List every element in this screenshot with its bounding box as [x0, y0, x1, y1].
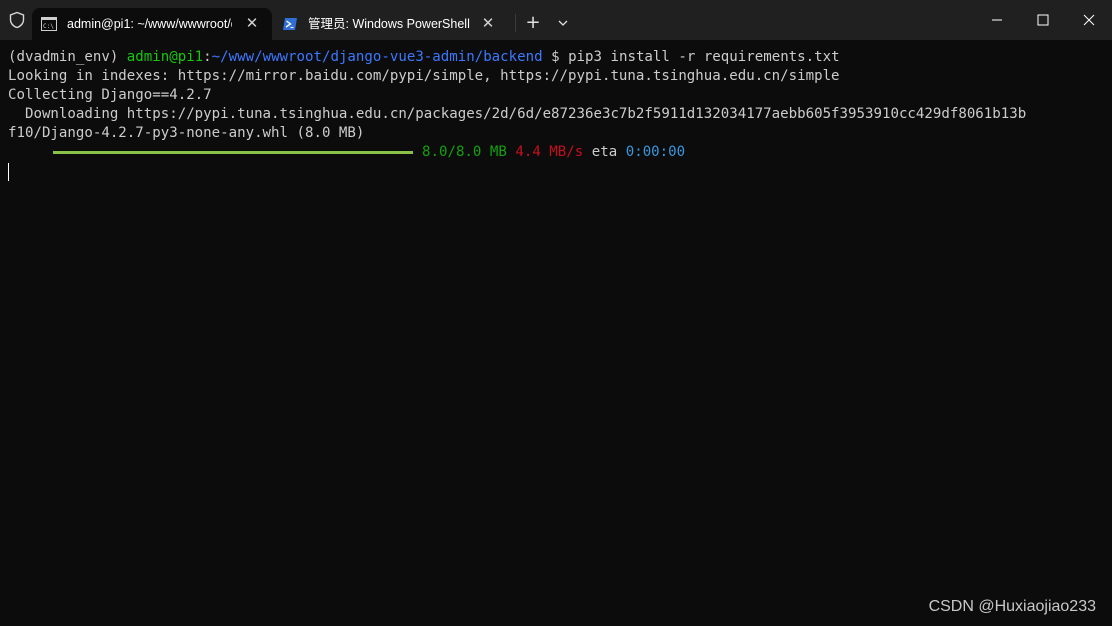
progress-speed: 4.4 MB/s [515, 144, 584, 160]
progress-size: 8.0/8.0 MB [422, 144, 507, 160]
close-window-button[interactable] [1066, 0, 1112, 40]
watermark: CSDN @Huxiaojiao233 [928, 598, 1096, 615]
progress-status: 8.0/8.0 MB 4.4 MB/s eta 0:00:00 [422, 143, 685, 162]
prompt-env: (dvadmin_env) [8, 49, 127, 65]
prompt-line: (dvadmin_env) admin@pi1:~/www/wwwroot/dj… [8, 48, 840, 67]
progress-eta: 0:00:00 [625, 144, 686, 160]
chevron-down-icon[interactable] [554, 13, 572, 33]
command-text: pip3 install -r requirements.txt [568, 49, 840, 65]
output-line: Downloading https://pypi.tuna.tsinghua.e… [8, 106, 1027, 122]
output-line: Collecting Django==4.2.7 [8, 87, 212, 103]
close-tab-icon[interactable]: ✕ [244, 15, 260, 31]
tab-admin-pi1[interactable]: C:\ admin@pi1: ~/www/wwwroot/django-vue3… [32, 8, 272, 40]
svg-text:C:\: C:\ [43, 23, 54, 30]
tab-label: admin@pi1: ~/www/wwwroot/django-vue3-adm… [67, 17, 232, 31]
text-cursor [8, 163, 9, 181]
output-line: f10/Django-4.2.7-py3-none-any.whl (8.0 M… [8, 125, 365, 141]
progress-eta-label: eta [591, 144, 618, 160]
output-line: Looking in indexes: https://mirror.baidu… [8, 68, 840, 84]
console-icon: C:\ [41, 17, 57, 31]
prompt-dollar: $ [542, 49, 569, 65]
maximize-button[interactable] [1020, 0, 1066, 40]
prompt-path: ~/www/wwwroot/django-vue3-admin/backend [211, 49, 543, 65]
tab-powershell[interactable]: 管理员: Windows PowerShell ✕ [273, 8, 508, 40]
powershell-icon [283, 18, 297, 30]
new-tab-button[interactable]: + [523, 13, 543, 33]
prompt-user: admin@pi1 [126, 49, 204, 65]
progress-bar [53, 151, 413, 154]
tab-label: 管理员: Windows PowerShell [308, 17, 470, 31]
title-bar: C:\ admin@pi1: ~/www/wwwroot/django-vue3… [0, 0, 1112, 40]
shield-icon[interactable] [8, 11, 26, 29]
tab-divider [515, 14, 516, 32]
prompt-colon: : [203, 49, 212, 65]
close-tab-icon[interactable]: ✕ [480, 15, 496, 31]
minimize-button[interactable] [974, 0, 1020, 40]
